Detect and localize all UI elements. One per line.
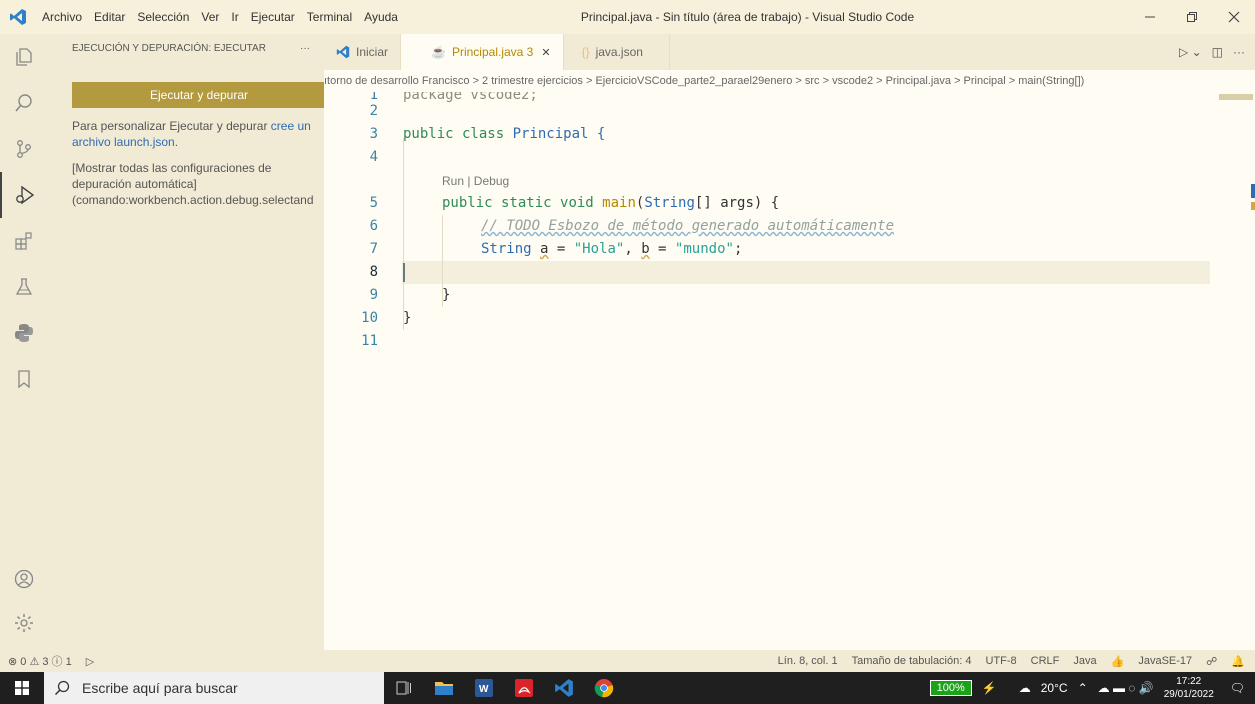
more-actions-button[interactable]: ··· xyxy=(300,43,310,54)
menu-seleccion[interactable]: Selección xyxy=(131,0,195,34)
show-auto-configs-link[interactable]: [Mostrar todas las configuraciones de de… xyxy=(72,160,332,208)
window-title: Principal.java - Sin título (área de tra… xyxy=(580,10,915,24)
menu-ayuda[interactable]: Ayuda xyxy=(358,0,404,34)
close-tab-icon[interactable]: ✕ xyxy=(541,46,550,59)
code-line-4: 4 xyxy=(369,149,378,165)
explorer-icon[interactable] xyxy=(0,34,48,80)
vscode-logo-icon xyxy=(0,0,36,34)
end-of-line[interactable]: CRLF xyxy=(1031,655,1060,667)
weather-icon[interactable]: ☁ xyxy=(1019,681,1031,695)
run-debug-codelens[interactable]: Run | Debug xyxy=(442,170,509,193)
code-line-9: 9 } xyxy=(369,287,451,303)
status-bar: ⊗ 0 ⚠ 3 ⓘ 1 ▷ Lín. 8, col. 1 Tamaño de t… xyxy=(0,650,1255,672)
menu-ir[interactable]: Ir xyxy=(225,0,244,34)
code-line-8: 8 xyxy=(369,264,378,280)
menu-terminal[interactable]: Terminal xyxy=(301,0,358,34)
gear-icon[interactable] xyxy=(0,600,48,646)
menu-bar: Archivo Editar Selección Ver Ir Ejecutar… xyxy=(36,0,404,34)
code-line-6: 6 // TODO Esbozo de método generado auto… xyxy=(369,218,895,234)
debug-status-icon[interactable]: ▷ xyxy=(86,655,94,668)
run-and-debug-icon[interactable] xyxy=(0,172,48,218)
run-and-debug-panel: EJECUCIÓN Y DEPURACIÓN: EJECUTAR ··· Eje… xyxy=(48,34,326,650)
scrollbar-marker xyxy=(1251,184,1255,198)
extensions-icon[interactable] xyxy=(0,218,48,264)
activity-bar xyxy=(0,34,48,650)
more-editor-actions-icon[interactable]: ··· xyxy=(1233,45,1245,59)
code-line-3: 3 public class Principal { xyxy=(369,126,606,142)
tray-apps-icon[interactable]: ☁ ▬ ◌ 🔊 xyxy=(1098,681,1154,695)
customize-run-text: Para personalizar Ejecutar y depurar cre… xyxy=(72,119,311,149)
run-file-icon[interactable]: ▷ ⌄ xyxy=(1179,45,1202,59)
account-icon[interactable] xyxy=(0,556,48,602)
code-line-7: 7 String a = "Hola", b = "mundo"; xyxy=(369,241,743,257)
text-cursor xyxy=(403,263,405,282)
source-control-icon[interactable] xyxy=(0,126,48,172)
vscode-tab-icon xyxy=(336,45,350,59)
word-icon[interactable]: W xyxy=(464,672,504,704)
split-editor-icon[interactable]: ◫ xyxy=(1212,45,1223,59)
code-line-2: 2 xyxy=(369,103,378,119)
vscode-taskbar-icon[interactable] xyxy=(544,672,584,704)
show-hidden-icons-icon[interactable]: ⌃ xyxy=(1078,681,1088,695)
encoding[interactable]: UTF-8 xyxy=(985,655,1016,667)
json-file-icon: {} xyxy=(581,45,590,59)
java-file-icon: ☕ xyxy=(431,45,446,59)
editor-tabs: Iniciar ☕ Principal.java 3 ✕ {} java.jso… xyxy=(324,34,1255,70)
task-view-icon[interactable] xyxy=(384,672,424,704)
scrollbar-marker xyxy=(1251,202,1255,210)
file-explorer-icon[interactable] xyxy=(424,672,464,704)
windows-taskbar: Escribe aquí para buscar W 100% ⚡ ☁ 20°C… xyxy=(0,672,1255,704)
menu-ejecutar[interactable]: Ejecutar xyxy=(245,0,301,34)
thumbs-up-icon[interactable]: 👍 xyxy=(1111,655,1125,668)
close-button[interactable] xyxy=(1213,0,1255,34)
menu-editar[interactable]: Editar xyxy=(88,0,131,34)
search-icon xyxy=(54,680,70,696)
notifications-bell-icon[interactable]: 🔔 xyxy=(1231,655,1245,668)
run-and-debug-button[interactable]: Ejecutar y depurar xyxy=(72,82,326,108)
weather-temperature[interactable]: 20°C xyxy=(1041,681,1068,695)
acrobat-reader-icon[interactable] xyxy=(504,672,544,704)
title-bar: Archivo Editar Selección Ver Ir Ejecutar… xyxy=(0,0,1255,34)
tab-size[interactable]: Tamaño de tabulación: 4 xyxy=(852,655,972,667)
notification-center-icon[interactable]: 🗨 xyxy=(1230,681,1245,695)
code-editor[interactable]: 1 package vscode2; 2 3 public class Prin… xyxy=(324,92,1255,650)
bookmark-icon[interactable] xyxy=(0,356,48,402)
tab-principal-java[interactable]: ☕ Principal.java 3 ✕ xyxy=(401,34,564,70)
tab-java-json[interactable]: {} java.json xyxy=(563,34,670,70)
menu-archivo[interactable]: Archivo xyxy=(36,0,88,34)
code-line-10: 10 } xyxy=(361,310,412,326)
clock[interactable]: 17:22 29/01/2022 xyxy=(1164,675,1214,701)
battery-indicator[interactable]: 100% xyxy=(929,680,972,696)
windows-start-icon[interactable] xyxy=(0,672,44,704)
cursor-position[interactable]: Lín. 8, col. 1 xyxy=(778,655,838,667)
taskbar-search-box[interactable]: Escribe aquí para buscar xyxy=(44,672,384,704)
code-line-11: 11 xyxy=(361,333,378,349)
minimap[interactable] xyxy=(1219,94,1253,100)
menu-ver[interactable]: Ver xyxy=(195,0,225,34)
restore-button[interactable] xyxy=(1171,0,1213,34)
python-icon[interactable] xyxy=(0,310,48,356)
panel-title: EJECUCIÓN Y DEPURACIÓN: EJECUTAR xyxy=(72,42,266,54)
svg-text:W: W xyxy=(479,684,489,695)
chrome-icon[interactable] xyxy=(584,672,624,704)
minimize-button[interactable] xyxy=(1129,0,1171,34)
problems-indicator[interactable]: ⊗ 0 ⚠ 3 ⓘ 1 xyxy=(8,653,72,669)
testing-flask-icon[interactable] xyxy=(0,264,48,310)
code-line-5: 5 public static void main(String[] args)… xyxy=(369,195,780,211)
power-plug-icon: ⚡ xyxy=(981,681,997,695)
java-runtime[interactable]: JavaSE-17 xyxy=(1138,655,1192,667)
language-mode[interactable]: Java xyxy=(1073,655,1096,667)
feedback-icon[interactable]: ☍ xyxy=(1206,655,1217,668)
breadcrumb[interactable]: ıtorno de desarrollo Francisco > 2 trime… xyxy=(324,70,1255,92)
tab-iniciar[interactable]: Iniciar xyxy=(324,34,402,70)
search-icon[interactable] xyxy=(0,80,48,126)
